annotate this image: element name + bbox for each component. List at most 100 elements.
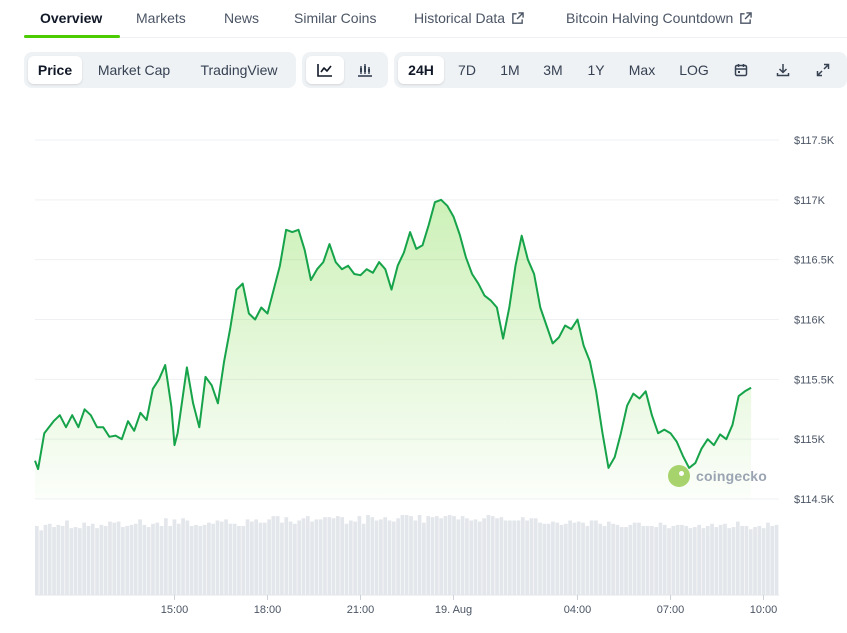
volume-bar — [426, 516, 431, 595]
volume-bar — [525, 520, 529, 595]
volume-bar — [78, 528, 82, 595]
x-tick-label: 15:00 — [161, 604, 189, 616]
volume-bar — [35, 525, 39, 595]
calendar-button[interactable] — [724, 56, 758, 84]
volume-bar — [735, 521, 740, 595]
range-1y-button[interactable]: 1Y — [576, 56, 616, 84]
volume-bar — [189, 525, 194, 595]
candlestick-icon — [358, 64, 372, 77]
volume-bar — [589, 520, 594, 595]
tab-label: Overview — [40, 10, 103, 26]
tab-label: Bitcoin Halving Countdown — [566, 10, 734, 26]
volume-bar — [404, 515, 409, 595]
volume-bar — [576, 521, 581, 595]
range-24h-button[interactable]: 24H — [398, 56, 444, 84]
volume-bar — [439, 518, 443, 595]
volume-bar — [383, 517, 388, 595]
fullscreen-button[interactable] — [806, 56, 840, 84]
volume-bar — [237, 525, 241, 595]
volume-bar — [551, 521, 555, 595]
volume-bar — [103, 525, 108, 595]
volume-bar — [297, 520, 302, 595]
volume-bar — [413, 520, 418, 595]
volume-bar — [323, 517, 327, 595]
volume-bar — [271, 516, 276, 595]
volume-bar — [112, 522, 117, 595]
line-chart-icon — [317, 64, 332, 77]
calendar-icon — [734, 64, 748, 77]
volume-bar — [207, 522, 211, 595]
volume-bar — [594, 520, 598, 595]
volume-bar — [774, 524, 779, 595]
volume-bar — [559, 524, 564, 595]
volume-bar — [662, 524, 667, 595]
line-chart-button[interactable] — [306, 56, 344, 84]
volume-bar — [125, 525, 130, 595]
price-toggle[interactable]: Price — [28, 56, 82, 84]
coingecko-logo-icon — [668, 465, 690, 487]
volume-bar — [490, 516, 495, 595]
volume-bar — [486, 515, 491, 595]
volume-bar — [366, 515, 370, 595]
volume-bar — [555, 522, 560, 595]
volume-bar — [280, 522, 284, 595]
active-tab-indicator — [24, 35, 120, 38]
volume-bar — [714, 527, 719, 595]
volume-bar — [516, 520, 521, 595]
volume-bar — [680, 524, 684, 595]
volume-bar — [581, 522, 585, 595]
volume-bar — [284, 517, 289, 595]
price-chart[interactable]: $117.5K $117K $116.5K $116K $115.5K $115K $114… — [0, 110, 847, 625]
tab-label: Historical Data — [414, 10, 506, 26]
watermark-text: coingecko — [696, 468, 768, 484]
volume-bar — [168, 525, 173, 595]
y-tick-label: $115.5K — [794, 374, 835, 386]
tradingview-toggle[interactable]: TradingView — [186, 56, 292, 84]
volume-bar — [731, 527, 736, 595]
volume-bar — [465, 518, 469, 595]
volume-bar — [133, 523, 138, 595]
volume-bar — [314, 519, 319, 595]
volume-bar — [391, 521, 396, 595]
volume-bar — [47, 523, 52, 595]
volume-bar — [275, 516, 280, 595]
volume-bar — [400, 515, 405, 595]
volume-bar — [473, 519, 478, 595]
x-tick-label: 21:00 — [347, 604, 375, 616]
coingecko-watermark: coingecko — [668, 465, 767, 487]
volume-bar — [710, 523, 714, 595]
market-cap-toggle[interactable]: Market Cap — [86, 56, 182, 84]
x-tick-label: 18:00 — [254, 604, 282, 616]
volume-bar — [348, 520, 353, 595]
tab-similar-coins[interactable]: Similar Coins — [294, 10, 376, 26]
candlestick-chart-button[interactable] — [346, 56, 384, 84]
volume-bar — [675, 524, 680, 595]
tab-markets[interactable]: Markets — [136, 10, 186, 26]
range-max-button[interactable]: Max — [618, 56, 666, 84]
volume-bar — [619, 527, 624, 595]
price-area-fill — [35, 199, 752, 500]
range-3m-button[interactable]: 3M — [532, 56, 574, 84]
volume-bar — [753, 527, 757, 595]
volume-bar — [331, 518, 336, 595]
log-scale-button[interactable]: LOG — [668, 56, 720, 84]
volume-bar — [245, 519, 250, 595]
tab-news[interactable]: News — [224, 10, 259, 26]
volume-bar — [164, 518, 168, 595]
tab-bar: Overview Markets News Similar Coins Hist… — [24, 0, 847, 38]
volume-bar — [142, 524, 147, 595]
volume-bar — [198, 525, 203, 595]
y-tick-label: $116.5K — [794, 255, 835, 267]
tab-historical-data[interactable]: Historical Data — [414, 10, 524, 26]
volume-bar — [353, 521, 357, 595]
download-button[interactable] — [766, 56, 800, 84]
range-1m-button[interactable]: 1M — [490, 56, 530, 84]
volume-bar — [379, 519, 383, 595]
volume-bar — [546, 523, 551, 595]
volume-bar — [65, 520, 69, 595]
tab-overview[interactable]: Overview — [40, 10, 102, 26]
range-7d-button[interactable]: 7D — [446, 56, 488, 84]
volume-bar — [211, 523, 216, 595]
tab-bitcoin-halving-countdown[interactable]: Bitcoin Halving Countdown — [566, 10, 753, 26]
volume-bar — [121, 527, 125, 595]
